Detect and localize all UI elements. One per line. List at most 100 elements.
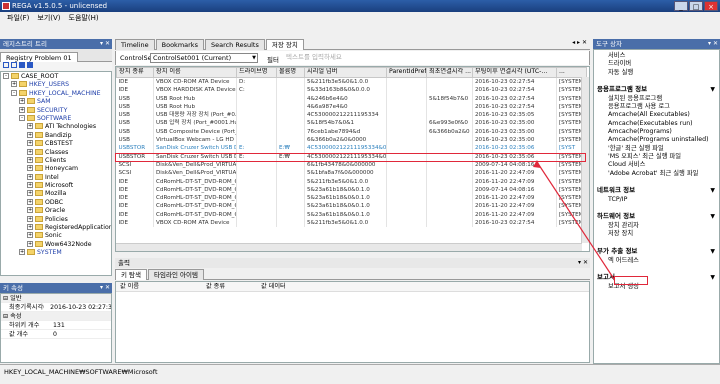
- tools-item[interactable]: 드라이버: [594, 60, 719, 68]
- table-row[interactable]: IDECdRomHL-DT-ST_DVD-ROM_GDR... 5&23a61b1…: [116, 185, 587, 195]
- maximize-button[interactable]: □: [689, 1, 703, 11]
- pin-icon[interactable]: ▾ ✕: [708, 39, 718, 49]
- tab-timeline[interactable]: Timeline: [115, 39, 155, 50]
- grid-hscroll[interactable]: [116, 243, 582, 251]
- grid-column-header[interactable]: 장치 이름: [153, 67, 237, 78]
- chevron-down-icon[interactable]: ▼: [710, 246, 715, 257]
- grid-column-header[interactable]: 최초연결시각 ...: [426, 67, 473, 78]
- expand-icon[interactable]: +: [27, 165, 33, 172]
- expand-icon[interactable]: +: [27, 140, 33, 147]
- expand-icon[interactable]: +: [27, 207, 33, 214]
- pin-icon[interactable]: ▾ ✕: [100, 283, 110, 293]
- table-row[interactable]: USB USB Root Hub 4&6a987e4&0 2016-10-23 02:…: [116, 102, 587, 112]
- minimize-button[interactable]: _: [674, 1, 688, 11]
- tools-section-header[interactable]: 응용프로그램 정보 ▼: [594, 84, 719, 95]
- grid-column-header[interactable]: ParentIdPrefix: [386, 67, 427, 78]
- chevron-down-icon[interactable]: ▼: [710, 211, 715, 222]
- tree-node[interactable]: - HKEY_LOCAL_MACHINE: [1, 89, 111, 98]
- check-icon[interactable]: [3, 62, 9, 68]
- tree-node[interactable]: + ODBC: [1, 198, 111, 207]
- col-value-data[interactable]: 값 데이터: [261, 282, 361, 291]
- tools-item[interactable]: 설치된 응용프로그램: [594, 95, 719, 103]
- expand-icon[interactable]: +: [27, 198, 33, 205]
- expand-icon[interactable]: +: [27, 123, 33, 130]
- tree-node[interactable]: + Intel: [1, 173, 111, 182]
- tree-node[interactable]: + ATI Technologies: [1, 123, 111, 131]
- expand-icon[interactable]: +: [27, 232, 33, 239]
- table-row[interactable]: SCSIDisk&Ven_Dell&Prod_VIRTUAL_DISK 5&1bf…: [116, 169, 587, 178]
- tree-node[interactable]: + CBSTEST: [1, 140, 111, 148]
- table-row[interactable]: IDECdRomHL-DT-ST_DVD-ROM_GDR... 5&23a61b1…: [116, 210, 587, 220]
- tools-item[interactable]: Cloud 서비스: [594, 161, 719, 169]
- tree-node[interactable]: + RegisteredApplications: [1, 224, 111, 232]
- expand-icon[interactable]: +: [19, 98, 25, 105]
- table-row[interactable]: USB USB Root Hub 4&246b6e4&0 5&18f54b7&0 201…: [116, 94, 587, 103]
- tools-item[interactable]: '한글' 최근 실행 파일: [594, 145, 719, 153]
- tools-item[interactable]: Amcache(Programs): [594, 128, 719, 136]
- tree-node[interactable]: + Policies: [1, 215, 111, 224]
- controlset-select[interactable]: ControlSet001 (Current) ▼: [150, 53, 258, 63]
- tools-item[interactable]: 'Adobe Acrobat' 최근 실행 파일: [594, 170, 719, 178]
- grid-column-header[interactable]: 장치 종류: [116, 67, 154, 78]
- expand-icon[interactable]: +: [27, 182, 33, 189]
- tree-node[interactable]: + Classes: [1, 148, 111, 157]
- expand-icon[interactable]: +: [11, 81, 17, 88]
- expand-icon[interactable]: +: [27, 131, 33, 138]
- tree-node[interactable]: + Mozilla: [1, 190, 111, 198]
- tree-node[interactable]: + Honeycam: [1, 165, 111, 173]
- filter-input[interactable]: 텍스트를 입력하세요: [286, 53, 346, 63]
- tab-storage-device[interactable]: 저장 장치: [265, 39, 304, 50]
- tree-node[interactable]: - SOFTWARE: [1, 114, 111, 123]
- menu-view[interactable]: 보기(V): [34, 12, 63, 24]
- expand-icon[interactable]: +: [27, 224, 33, 231]
- tab-timeline-items[interactable]: 타임라인 아이템: [148, 269, 204, 280]
- table-row[interactable]: USBUSB 입력 장치 (Port_#0001.Hub... 5&18f54b7…: [116, 119, 587, 128]
- collapse-icon[interactable]: -: [11, 89, 17, 96]
- table-row[interactable]: IDECdRomHL-DT-ST_DVD-ROM_GDR... 5&23a61b1…: [116, 194, 587, 203]
- uncheck-icon[interactable]: [11, 62, 17, 68]
- grid-column-header[interactable]: ...: [556, 67, 587, 78]
- tree-node[interactable]: + Wow6432Node: [1, 240, 111, 249]
- table-row[interactable]: IDECdRomHL-DT-ST_DVD-ROM_GDR... 5&211fb3e…: [116, 177, 587, 186]
- table-row[interactable]: IDECdRomHL-DT-ST_DVD-ROM_GDR... 5&23a61b1…: [116, 202, 587, 211]
- expand-icon[interactable]: +: [19, 249, 25, 256]
- tools-section-header[interactable]: 네트워크 정보 ▼: [594, 185, 719, 196]
- tree-node[interactable]: + Oracle: [1, 207, 111, 215]
- tab-key-explore[interactable]: 키 탐색: [115, 269, 148, 280]
- grid-column-header[interactable]: 드라이브명: [236, 67, 277, 78]
- pin-icon[interactable]: ▾ ✕: [578, 258, 588, 268]
- expand-icon[interactable]: +: [27, 173, 33, 180]
- table-row[interactable]: IDE VBOX HARDDISK ATA Device C: 5&33d163b8&…: [116, 86, 587, 95]
- tab-close-icon[interactable]: ◂ ▸ ✕: [572, 39, 587, 46]
- tab-bookmarks[interactable]: Bookmarks: [155, 39, 204, 50]
- tools-section-header[interactable]: 부가 추출 정보 ▼: [594, 246, 719, 257]
- expand-icon[interactable]: +: [27, 240, 33, 247]
- tree-node[interactable]: + Microsoft: [1, 182, 111, 190]
- expand-icon[interactable]: +: [27, 156, 33, 163]
- tools-item[interactable]: Amcache(Programs uninstalled): [594, 136, 719, 144]
- tools-item[interactable]: Amcache(All Executables): [594, 111, 719, 119]
- pin-icon[interactable]: ▾ ✕: [100, 39, 110, 49]
- expand-icon[interactable]: +: [19, 106, 25, 113]
- tools-section-header[interactable]: 보고서 ▼: [594, 272, 719, 283]
- tree-node[interactable]: + Clients: [1, 156, 111, 165]
- table-row[interactable]: USBSTORSanDisk Cruzer Switch USB DeviceE…: [116, 144, 587, 153]
- grid-column-header[interactable]: 볼륨명: [276, 67, 305, 78]
- table-row[interactable]: USBUSB Composite Device (Port_#0... 76ceb…: [116, 127, 587, 137]
- tree-node[interactable]: + Bandizip: [1, 131, 111, 140]
- menu-file[interactable]: 파일(F): [4, 12, 32, 24]
- tree-node[interactable]: + SECURITY: [1, 106, 111, 115]
- chevron-down-icon[interactable]: ▼: [710, 272, 715, 283]
- expand-icon[interactable]: [19, 62, 25, 68]
- tools-item[interactable]: 자동 실행: [594, 69, 719, 77]
- tools-section-header[interactable]: 하드웨어 정보 ▼: [594, 211, 719, 222]
- expand-icon[interactable]: +: [27, 215, 33, 222]
- collapse-icon[interactable]: -: [19, 114, 25, 121]
- tab-search-results[interactable]: Search Results: [204, 39, 265, 50]
- grid-column-header[interactable]: 부팅이후 연결시각 (UTC-...: [472, 67, 557, 78]
- menu-help[interactable]: 도움말(H): [66, 12, 102, 24]
- table-row[interactable]: IDE VBOX CD-ROM ATA Device 5&211fb3e5&0&1.…: [116, 219, 587, 228]
- tree-node[interactable]: - CASE_ROOT: [1, 73, 111, 81]
- tools-item[interactable]: 엑 어드레스: [594, 257, 719, 265]
- chevron-down-icon[interactable]: ▼: [710, 84, 715, 95]
